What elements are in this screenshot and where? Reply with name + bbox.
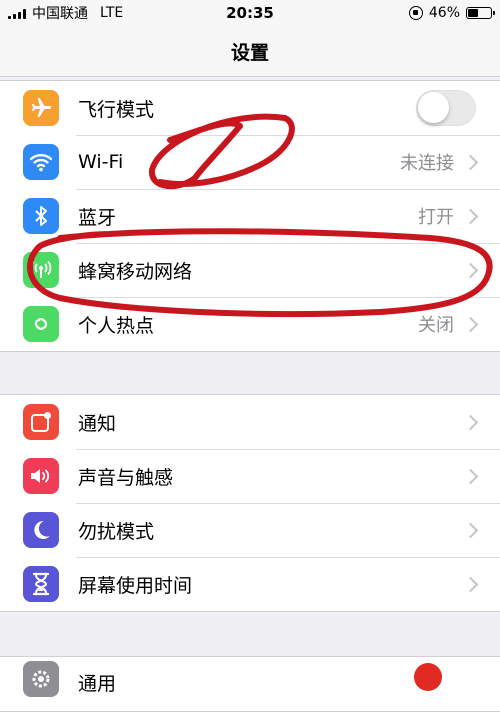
toggle-knob — [418, 92, 449, 123]
chevron-right-icon — [462, 414, 479, 430]
settings-row-general[interactable]: 通用 — [0, 657, 500, 711]
battery-percent: 46% — [428, 5, 460, 21]
gear-icon — [23, 661, 59, 697]
settings-row-screen-time[interactable]: 屏幕使用时间 — [0, 557, 500, 611]
page-title: 设置 — [230, 41, 269, 64]
chevron-right-icon — [462, 208, 479, 224]
settings-group-connectivity: 飞行模式 Wi-Fi 未连接 蓝牙 打开 蜂窝移动网络 个人热点 关闭 — [0, 80, 500, 352]
row-label: 蜂窝移动网络 — [78, 260, 193, 283]
hotspot-status: 关闭 — [418, 315, 454, 336]
settings-row-personal-hotspot[interactable]: 个人热点 关闭 — [0, 297, 500, 351]
bluetooth-status: 打开 — [418, 207, 454, 228]
settings-row-airplane-mode[interactable]: 飞行模式 — [0, 81, 500, 135]
settings-row-notifications[interactable]: 通知 — [0, 395, 500, 449]
status-bar: 中国联通 LTE 20:35 46% — [0, 0, 500, 26]
hourglass-icon — [23, 566, 59, 602]
row-label: 通知 — [78, 412, 117, 435]
status-left: 中国联通 LTE — [0, 3, 123, 23]
sound-icon — [23, 458, 59, 494]
network-type: LTE — [100, 5, 124, 21]
status-right: 46% — [408, 5, 500, 21]
moon-icon — [23, 512, 59, 548]
row-label: 屏幕使用时间 — [78, 574, 193, 597]
row-label: Wi-Fi — [78, 151, 124, 173]
navigation-bar: 设置 — [0, 26, 500, 77]
chevron-right-icon — [462, 576, 479, 592]
settings-row-cellular[interactable]: 蜂窝移动网络 — [0, 243, 500, 297]
row-label: 蓝牙 — [78, 206, 117, 229]
settings-row-bluetooth[interactable]: 蓝牙 打开 — [0, 189, 500, 243]
settings-row-do-not-disturb[interactable]: 勿扰模式 — [0, 503, 500, 557]
settings-group-general: 通用 — [0, 656, 500, 712]
chevron-right-icon — [462, 522, 479, 538]
row-label: 通用 — [78, 673, 117, 695]
notification-icon — [23, 404, 59, 440]
settings-row-sounds-haptics[interactable]: 声音与触感 — [0, 449, 500, 503]
chevron-right-icon — [462, 262, 479, 278]
signal-icon — [8, 7, 26, 19]
row-label: 声音与触感 — [78, 466, 174, 489]
update-badge — [414, 663, 442, 691]
cellular-icon — [23, 252, 59, 288]
settings-row-wifi[interactable]: Wi-Fi 未连接 — [0, 135, 500, 189]
chevron-right-icon — [462, 316, 479, 332]
battery-icon — [466, 7, 495, 19]
airplane-mode-toggle[interactable] — [416, 90, 476, 126]
hotspot-icon — [23, 306, 59, 342]
wifi-status: 未连接 — [400, 153, 454, 174]
rotation-lock-icon — [408, 6, 423, 20]
wifi-icon — [23, 144, 59, 180]
row-label: 个人热点 — [78, 314, 155, 337]
carrier-name: 中国联通 — [32, 6, 88, 22]
row-label: 勿扰模式 — [78, 520, 155, 543]
row-label: 飞行模式 — [78, 98, 155, 121]
bluetooth-icon — [23, 198, 59, 234]
settings-group-notifications: 通知 声音与触感 勿扰模式 屏幕使用时间 — [0, 394, 500, 612]
airplane-icon — [23, 90, 59, 126]
chevron-right-icon — [462, 468, 479, 484]
chevron-right-icon — [462, 154, 479, 170]
